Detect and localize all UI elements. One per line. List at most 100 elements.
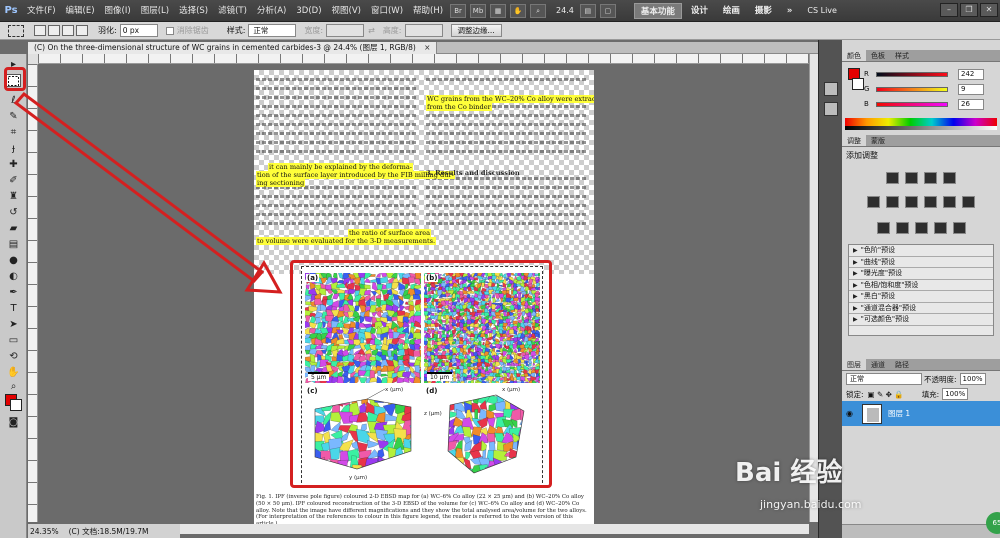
minimize-button[interactable]: – [940,3,958,17]
brush-tool-icon[interactable]: ✐ [6,174,21,187]
zoom-level[interactable]: 24.4 [556,6,574,15]
width-input[interactable] [326,24,365,37]
gradient-map-icon[interactable] [933,222,947,234]
workspace-photography[interactable]: 摄影 [749,3,778,19]
quick-selection-tool-icon[interactable]: ✎ [6,110,21,123]
color-balance-icon[interactable] [905,196,918,208]
levels-icon[interactable] [905,172,918,184]
preset-hue-saturation[interactable]: ▶ "色相/饱和度"预设 [849,280,993,291]
background-color-swatch[interactable] [10,399,22,411]
g-value[interactable]: 9 [958,83,984,95]
opacity-input[interactable]: 100% [959,373,986,385]
actions-panel-icon[interactable] [824,102,838,116]
cs-live[interactable]: CS Live [807,6,837,15]
document-tab[interactable]: (C) On the three-dimensional structure o… [28,42,438,54]
arrange-icon[interactable]: ▤ [579,3,596,18]
fill-input[interactable]: 100% [942,388,969,400]
layer-row[interactable]: ◉ 图层 1 [842,401,1000,426]
clone-stamp-tool-icon[interactable]: ♜ [6,190,21,203]
tab-layers[interactable]: 图层 [842,359,866,370]
vertical-ruler[interactable] [28,64,38,522]
curves-icon[interactable] [924,172,937,184]
healing-brush-tool-icon[interactable]: ✚ [6,158,21,171]
menu-3d[interactable]: 3D(D) [291,0,326,22]
history-brush-tool-icon[interactable]: ↺ [6,206,21,219]
tab-channels[interactable]: 通道 [866,359,890,370]
maximize-button[interactable]: ❐ [960,3,978,17]
horizontal-scrollbar[interactable] [180,524,809,534]
tab-masks[interactable]: 蒙版 [866,135,890,146]
threshold-icon[interactable] [914,222,928,234]
preset-levels[interactable]: ▶ "色阶"预设 [849,245,993,257]
tab-adjustments[interactable]: 调整 [842,135,866,146]
workspace-more[interactable]: » [781,3,799,19]
preset-selective-color[interactable]: ▶ "可选颜色"预设 [849,314,993,326]
eyedropper-tool-icon[interactable]: ɟ [6,142,21,155]
close-icon[interactable]: × [424,43,430,52]
intersect-selection-icon[interactable] [76,25,88,36]
preset-exposure[interactable]: ▶ "曝光度"预设 [849,268,993,280]
workspace-design[interactable]: 设计 [685,3,714,19]
pen-tool-icon[interactable]: ✒ [6,286,21,299]
refine-edge-button[interactable]: 调整边缘... [450,24,502,37]
r-value[interactable]: 242 [958,68,984,80]
eye-icon[interactable]: ◉ [846,409,856,418]
bridge-icon[interactable]: Br [450,3,467,18]
lock-icon[interactable]: ▣ ✎ ✥ 🔒 [868,390,904,399]
channel-mixer-icon[interactable] [962,196,975,208]
path-selection-tool-icon[interactable]: ➤ [6,318,21,331]
tab-styles[interactable]: 样式 [890,50,914,61]
menu-layer[interactable]: 图层(L) [136,0,174,22]
quick-mask-icon[interactable]: ◙ [6,416,21,429]
add-selection-icon[interactable] [48,25,60,36]
style-select[interactable]: 正常 [248,24,297,37]
gradient-tool-icon[interactable]: ▤ [6,238,21,251]
workspace-painting[interactable]: 绘画 [717,3,746,19]
zoom-tool-icon[interactable]: ⌕ [6,380,21,393]
history-panel-icon[interactable] [824,82,838,96]
minibridge-icon[interactable]: Mb [470,3,487,18]
horizontal-ruler[interactable] [38,54,818,64]
marquee-preset-icon[interactable] [8,24,24,37]
r-slider[interactable] [876,71,948,77]
crop-tool-icon[interactable]: ⌗ [6,126,21,139]
menu-file[interactable]: 文件(F) [22,0,61,22]
selective-color-icon[interactable] [952,222,966,234]
g-slider[interactable] [876,86,948,92]
swap-icon[interactable]: ⇄ [368,26,375,35]
preset-channel-mixer[interactable]: ▶ "通道混合器"预设 [849,303,993,314]
antialias-checkbox[interactable] [165,26,174,35]
hand-tool-icon[interactable]: ✋ [6,366,21,379]
screen-mode-icon[interactable]: ▢ [599,3,616,18]
new-selection-icon[interactable] [34,25,46,36]
status-zoom[interactable]: 24.35% [30,527,59,536]
tab-paths[interactable]: 路径 [890,359,914,370]
hue-saturation-icon[interactable] [886,196,899,208]
height-input[interactable] [404,24,443,37]
grayscale-ramp[interactable] [845,126,997,130]
b-slider[interactable] [876,101,948,107]
photo-filter-icon[interactable] [943,196,956,208]
lasso-tool-icon[interactable]: ℓ [6,94,21,107]
blur-tool-icon[interactable]: ● [6,254,21,267]
menu-edit[interactable]: 编辑(E) [61,0,100,22]
b-value[interactable]: 26 [958,98,984,110]
eraser-tool-icon[interactable]: ▰ [6,222,21,235]
menu-select[interactable]: 选择(S) [174,0,213,22]
exposure-icon[interactable] [943,172,956,184]
vibrance-icon[interactable] [867,196,880,208]
shape-tool-icon[interactable]: ▭ [6,334,21,347]
extras-icon[interactable]: ▦ [490,3,507,18]
workspace-essentials[interactable]: 基本功能 [633,2,682,19]
3d-rotate-tool-icon[interactable]: ⟲ [6,350,21,363]
menu-view[interactable]: 视图(V) [327,0,366,22]
color-spectrum[interactable] [845,118,997,126]
type-tool-icon[interactable]: T [6,302,21,315]
menu-image[interactable]: 图像(I) [100,0,136,22]
zoom-icon[interactable]: ⌕ [530,3,547,18]
subtract-selection-icon[interactable] [62,25,74,36]
black-white-icon[interactable] [924,196,937,208]
invert-icon[interactable] [876,222,890,234]
hand-icon[interactable]: ✋ [510,3,527,18]
feather-input[interactable]: 0 px [119,24,158,37]
